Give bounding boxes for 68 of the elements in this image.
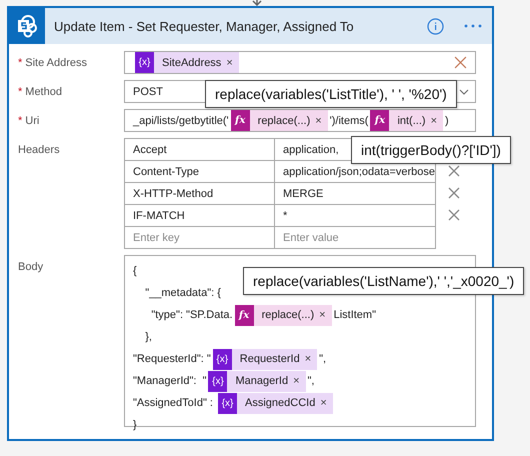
- tooltip-text: replace(variables('ListTitle'), ' ', '%20'): [215, 86, 447, 102]
- token-type-icon: {x}: [212, 348, 232, 370]
- field-label: Headers: [18, 144, 60, 156]
- tooltip-text: int(triggerBody()?['ID']): [361, 142, 501, 158]
- code-text: "type": "SP.Data.: [150, 309, 233, 321]
- required-marker: *: [18, 57, 22, 69]
- remove-token-button[interactable]: ×: [317, 304, 332, 326]
- token-type-icon: fx: [370, 110, 390, 131]
- token-label: SiteAddress: [161, 56, 222, 70]
- code-text: {: [133, 265, 137, 277]
- header-key-cell[interactable]: Accept: [124, 138, 275, 160]
- header-key-cell[interactable]: X-HTTP-Method: [124, 182, 275, 204]
- token-type-icon: {x}: [218, 392, 238, 414]
- remove-token-button[interactable]: ×: [313, 110, 328, 131]
- dynamic-content-token[interactable]: fx replace(...) ×: [234, 304, 332, 326]
- header-value-cell[interactable]: *: [274, 204, 436, 226]
- field-label: Uri: [25, 115, 40, 127]
- token-label: ManagerId: [234, 374, 290, 389]
- required-marker: *: [18, 115, 22, 127]
- code-text: ",: [308, 375, 314, 387]
- remove-token-button[interactable]: ×: [291, 370, 306, 392]
- token-label: replace(...): [260, 308, 316, 323]
- token-type-icon: {x}: [208, 370, 228, 392]
- header-key-input[interactable]: Enter key: [124, 226, 275, 248]
- token-label: AssignedCCId: [244, 396, 316, 411]
- dynamic-content-token[interactable]: {x} AssignedCCId ×: [218, 392, 333, 414]
- input-field[interactable]: _api/lists/getbytitle(' fx replace(...) × ')/items( fx int(...) × ): [124, 109, 476, 132]
- remove-token-button[interactable]: ×: [302, 348, 318, 370]
- code-text: ListItem": [334, 309, 376, 321]
- info-icon[interactable]: [427, 18, 444, 34]
- input-text: ')/items(: [330, 114, 368, 126]
- code-text: "ManagerId": ": [133, 375, 206, 387]
- field-label: Site Address: [25, 57, 88, 69]
- token-type-icon: {x}: [135, 52, 154, 73]
- connector-arrow-icon: [252, 0, 262, 6]
- code-text: "AssignedToId" :: [133, 397, 214, 409]
- dynamic-content-token[interactable]: fx int(...) ×: [370, 110, 443, 131]
- field-label: Body: [18, 261, 44, 273]
- code-text: },: [144, 331, 152, 343]
- remove-token-button[interactable]: ×: [318, 392, 333, 414]
- code-text: "__metadata": {: [144, 287, 221, 299]
- code-text: ",: [319, 353, 326, 365]
- token-label: RequesterId: [238, 352, 301, 367]
- input-text: _api/lists/getbytitle(': [133, 114, 229, 126]
- input-field[interactable]: {x} SiteAddress ×: [124, 51, 476, 74]
- more-options-icon[interactable]: [464, 24, 482, 28]
- remove-token-button[interactable]: ×: [428, 110, 443, 131]
- dynamic-content-token[interactable]: fx replace(...) ×: [230, 110, 328, 131]
- dynamic-content-token[interactable]: {x} RequesterId ×: [212, 348, 318, 370]
- input-text: ): [445, 114, 449, 126]
- token-type-icon: fx: [230, 110, 250, 131]
- token-label: int(...): [396, 114, 427, 128]
- header-key-cell[interactable]: IF-MATCH: [124, 204, 275, 226]
- dynamic-content-token[interactable]: {x} ManagerId ×: [208, 370, 306, 392]
- header-value-cell[interactable]: MERGE: [274, 182, 436, 204]
- token-label: replace(...): [256, 114, 312, 128]
- header-value-input[interactable]: Enter value: [274, 226, 436, 248]
- dropdown-value: POST: [133, 86, 163, 98]
- action-title: Update Item - Set Requester, Manager, Assigned To: [53, 18, 355, 34]
- header-key-cell[interactable]: Content-Type: [124, 160, 275, 182]
- field-label: Method: [25, 86, 62, 98]
- token-type-icon: fx: [234, 304, 254, 326]
- clear-icon[interactable]: [454, 56, 467, 69]
- remove-token-button[interactable]: ×: [224, 52, 239, 73]
- required-marker: *: [18, 86, 22, 98]
- chevron-down-icon: [459, 88, 469, 94]
- code-text: "RequesterId": ": [133, 353, 211, 365]
- dynamic-content-token[interactable]: {x} SiteAddress ×: [135, 52, 239, 73]
